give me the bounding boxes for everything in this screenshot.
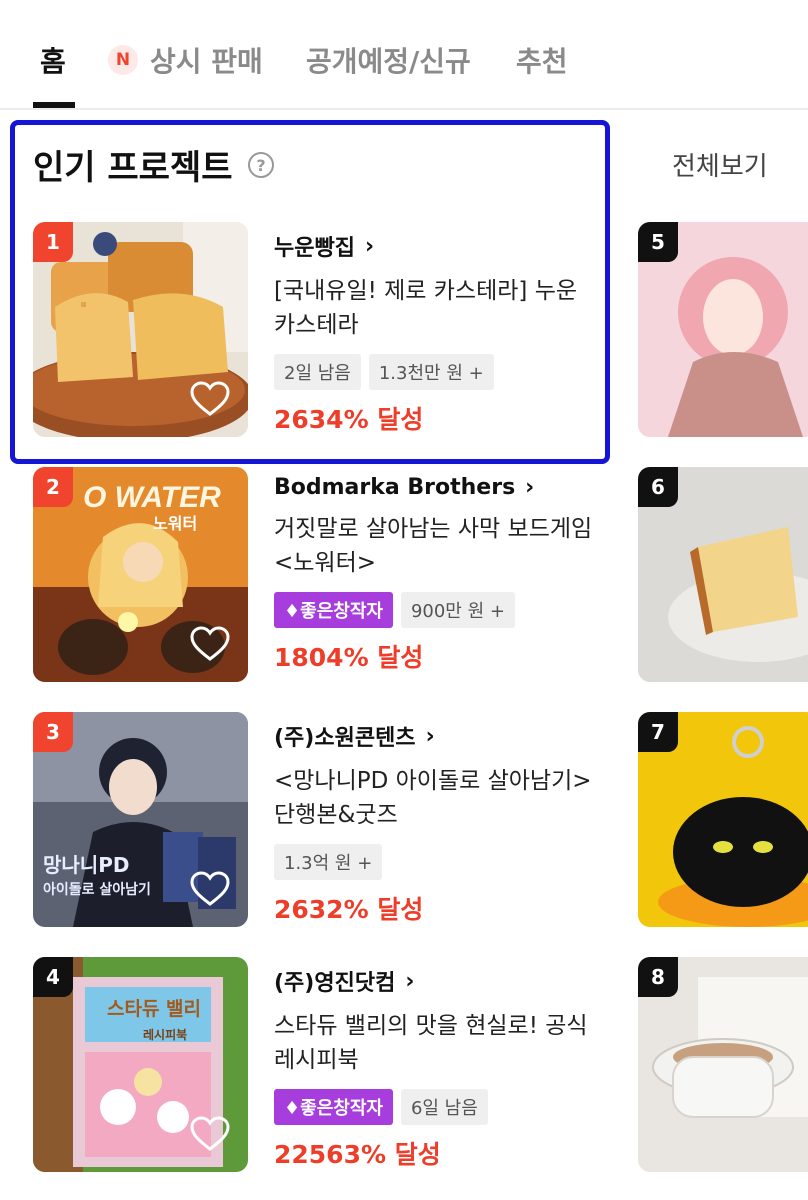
tag-row: 2일 남음 1.3천만 원 +	[274, 354, 594, 390]
tab-recommended[interactable]: 추천	[516, 40, 568, 80]
active-tab-indicator	[33, 102, 75, 108]
chevron-right-icon: ›	[405, 968, 415, 994]
project-card[interactable]: 망나니PD 아이돌로 살아남기 3 (주)소원콘텐츠 › <망나니PD 아이돌로…	[33, 712, 593, 928]
achievement-rate: 2632% 달성	[274, 895, 424, 924]
side-project-thumbnail[interactable]: 5	[638, 222, 808, 437]
tab-home[interactable]: 홈	[40, 40, 66, 80]
good-creator-badge: ♦좋은창작자	[274, 592, 393, 628]
project-title[interactable]: 스타듀 밸리의 맛을 현실로! 공식 레시피북	[274, 1009, 594, 1077]
stardew-subtitle-text: 레시피북	[143, 1027, 187, 1042]
section-title: 인기 프로젝트	[33, 148, 233, 188]
amount-tag: 1.3천만 원 +	[368, 354, 494, 390]
creator-link[interactable]: 누운빵집 ›	[274, 230, 594, 262]
rank-badge: 1	[33, 222, 73, 262]
rank-badge: 6	[638, 467, 678, 507]
project-title[interactable]: <망나니PD 아이돌로 살아남기>단행본&굿즈	[274, 764, 594, 832]
chevron-right-icon: ›	[364, 233, 375, 259]
stardew-title-text: 스타듀 밸리	[107, 998, 201, 1020]
heart-icon[interactable]	[190, 871, 230, 907]
tag-row: ♦좋은창작자 6일 남음	[274, 1089, 594, 1125]
question-circle-icon[interactable]: ?	[248, 152, 274, 178]
achievement-rate: 2634% 달성	[274, 405, 424, 434]
tab-home-label: 홈	[40, 45, 66, 78]
new-badge: N	[108, 45, 138, 75]
amount-tag: 900만 원 +	[400, 592, 515, 628]
heart-icon[interactable]	[190, 626, 230, 662]
tab-upcoming-new-label: 공개예정/신규	[306, 45, 471, 78]
project-card[interactable]: O WATER 노워터 2 Bodmarka Brothers › 거짓말로 살…	[33, 467, 593, 683]
rank-badge: 8	[638, 957, 678, 997]
side-project-thumbnail[interactable]: 8	[638, 957, 808, 1172]
project-thumbnail-castella[interactable]: 1	[33, 222, 248, 437]
tab-always-on-sale-label: 상시 판매	[150, 45, 263, 78]
chevron-right-icon: ›	[425, 723, 435, 749]
nowater-title-text: O WATER	[83, 481, 221, 514]
creator-name: (주)소원콘텐츠	[274, 726, 416, 751]
good-creator-badge: ♦좋은창작자	[274, 1089, 393, 1125]
rank-badge: 4	[33, 957, 73, 997]
project-thumbnail-stardew[interactable]: 스타듀 밸리 레시피북 4	[33, 957, 248, 1172]
tag-row: 1.3억 원 +	[274, 844, 594, 880]
creator-name: Bodmarka Brothers	[274, 475, 516, 500]
creator-name: (주)영진닷컴	[274, 971, 396, 996]
creator-link[interactable]: (주)영진닷컴 ›	[274, 965, 594, 997]
mangnani-subtitle-text: 아이돌로 살아남기	[43, 881, 151, 898]
nowater-subtitle-text: 노워터	[153, 514, 197, 533]
rank-badge: 5	[638, 222, 678, 262]
project-info: Bodmarka Brothers › 거짓말로 살아남는 사막 보드게임 <노…	[274, 475, 594, 674]
side-project-thumbnail[interactable]: 7	[638, 712, 808, 927]
heart-icon[interactable]	[190, 1116, 230, 1152]
project-title[interactable]: [국내유일! 제로 카스테라] 누운 카스테라	[274, 274, 594, 342]
project-info: (주)영진닷컴 › 스타듀 밸리의 맛을 현실로! 공식 레시피북 ♦좋은창작자…	[274, 965, 594, 1171]
rank-badge: 3	[33, 712, 73, 752]
tag-row: ♦좋은창작자 900만 원 +	[274, 592, 594, 628]
project-info: (주)소원콘텐츠 › <망나니PD 아이돌로 살아남기>단행본&굿즈 1.3억 …	[274, 720, 594, 926]
project-thumbnail-mangnani[interactable]: 망나니PD 아이돌로 살아남기 3	[33, 712, 248, 927]
tab-recommended-label: 추천	[516, 45, 568, 78]
chevron-right-icon: ›	[525, 475, 535, 500]
amount-tag: 1.3억 원 +	[274, 844, 383, 880]
tab-bar: 홈 N 상시 판매 공개예정/신규 추천	[0, 0, 808, 110]
project-title[interactable]: 거짓말로 살아남는 사막 보드게임 <노워터>	[274, 512, 594, 580]
tab-upcoming-new[interactable]: 공개예정/신규	[306, 40, 471, 80]
creator-link[interactable]: (주)소원콘텐츠 ›	[274, 720, 594, 752]
project-card[interactable]: 스타듀 밸리 레시피북 4 (주)영진닷컴 › 스타듀 밸리의 맛을 현실로! …	[33, 957, 593, 1173]
project-info: 누운빵집 › [국내유일! 제로 카스테라] 누운 카스테라 2일 남음 1.3…	[274, 230, 594, 436]
days-left-tag: 6일 남음	[400, 1089, 488, 1125]
view-all-link[interactable]: 전체보기	[672, 146, 768, 183]
days-left-tag: 2일 남음	[274, 354, 361, 390]
mangnani-title-text: 망나니PD	[43, 853, 129, 877]
creator-name: 누운빵집	[274, 236, 355, 261]
side-project-thumbnail[interactable]: 6	[638, 467, 808, 682]
creator-link[interactable]: Bodmarka Brothers ›	[274, 475, 594, 500]
rank-badge: 2	[33, 467, 73, 507]
heart-icon[interactable]	[190, 381, 230, 417]
tab-always-on-sale[interactable]: N 상시 판매	[108, 40, 263, 80]
project-card[interactable]: 1 누운빵집 › [국내유일! 제로 카스테라] 누운 카스테라 2일 남음 1…	[33, 222, 593, 438]
project-thumbnail-nowater[interactable]: O WATER 노워터 2	[33, 467, 248, 682]
rank-badge: 7	[638, 712, 678, 752]
achievement-rate: 1804% 달성	[274, 643, 424, 672]
achievement-rate: 22563% 달성	[274, 1140, 441, 1169]
